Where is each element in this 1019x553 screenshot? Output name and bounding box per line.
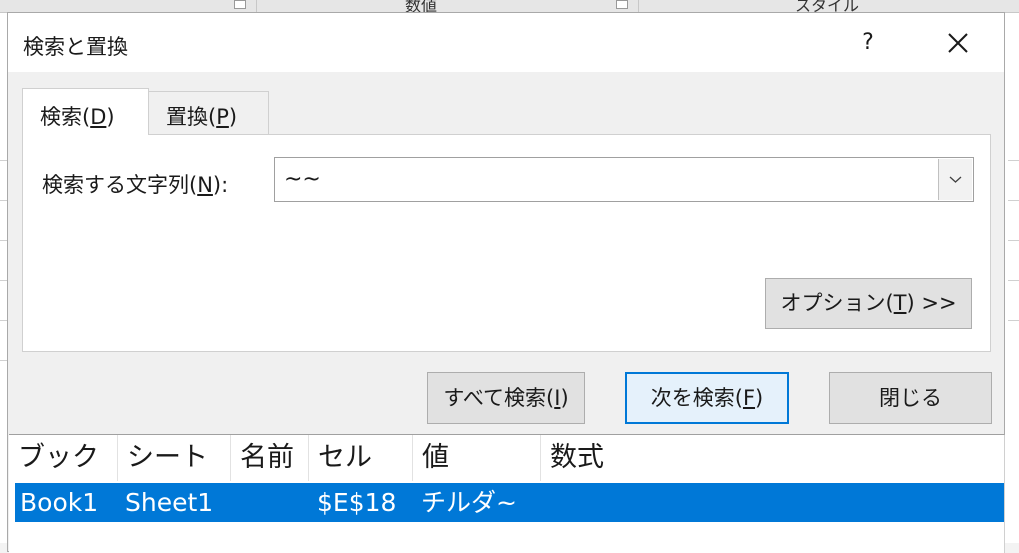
row-gridline <box>1008 320 1019 321</box>
tab-replace-label-end: ) <box>228 105 238 129</box>
result-sheet: Sheet1 <box>125 488 214 517</box>
close-button-label: 閉じる <box>879 386 942 410</box>
options-button-label-end: ) >> <box>906 291 957 315</box>
find-tab-panel: 検索する文字列(N): ~~ オプション(T) >> <box>22 134 991 352</box>
find-next-button[interactable]: 次を検索(F) <box>625 372 789 424</box>
find-all-label: すべて検索( <box>443 386 555 410</box>
find-what-accesskey: N <box>197 173 213 197</box>
find-what-combobox[interactable]: ~~ <box>274 157 974 202</box>
find-what-label-text: 検索する文字列( <box>42 173 198 197</box>
find-next-accesskey: F <box>742 386 756 410</box>
result-row[interactable]: Book1 Sheet1 $E$18 チルダ~ <box>15 483 1004 522</box>
find-next-label-end: ) <box>755 386 764 410</box>
result-name <box>234 483 239 522</box>
column-header-value[interactable]: 値 <box>413 435 541 481</box>
find-what-label: 検索する文字列(N): <box>42 169 228 199</box>
result-value: チルダ~ <box>421 488 517 517</box>
column-header-name[interactable]: 名前 <box>231 435 309 481</box>
tab-find[interactable]: 検索(D) <box>22 88 149 135</box>
result-formula <box>544 483 549 522</box>
dialog-titlebar[interactable]: 検索と置換 ? <box>8 13 1004 72</box>
column-header-formula[interactable]: 数式 <box>541 435 1004 481</box>
find-all-button[interactable]: すべて検索(I) <box>427 372 585 424</box>
tab-replace-label: 置換( <box>166 105 217 129</box>
find-all-label-end: ) <box>560 386 569 410</box>
results-border <box>1004 435 1005 553</box>
row-gridline <box>1008 160 1019 161</box>
find-what-label-end: ): <box>212 173 229 197</box>
column-divider <box>256 0 257 12</box>
tab-replace[interactable]: 置換(P) <box>149 91 269 134</box>
close-icon <box>948 33 968 53</box>
options-button[interactable]: オプション(T) >> <box>765 278 972 329</box>
chevron-down-icon <box>949 176 962 183</box>
tab-find-label: 検索( <box>40 105 91 129</box>
tab-replace-accesskey: P <box>216 105 229 129</box>
tab-find-label-end: ) <box>106 105 115 129</box>
help-icon: ? <box>862 30 874 55</box>
results-list[interactable]: ブック シート 名前 セル 値 数式 Book1 Sheet1 $E$18 チル… <box>9 434 1005 553</box>
options-button-label: オプション( <box>780 291 894 315</box>
help-button[interactable]: ? <box>848 27 888 59</box>
row-gridline <box>1008 280 1019 281</box>
find-replace-dialog: 検索と置換 ? 検索(D) 置換(P) 検索する文字列(N): ~~ オプション… <box>7 12 1005 553</box>
options-accesskey: T <box>893 291 907 315</box>
close-dialog-button[interactable] <box>933 25 983 61</box>
dialog-title: 検索と置換 <box>23 35 128 59</box>
column-divider <box>638 0 639 12</box>
row-gridline <box>1008 240 1019 241</box>
close-button[interactable]: 閉じる <box>829 372 992 424</box>
find-what-input[interactable]: ~~ <box>284 167 321 192</box>
column-header-cell[interactable]: セル <box>309 435 413 481</box>
filter-dropdown-icon[interactable] <box>616 0 628 9</box>
filter-dropdown-icon[interactable] <box>234 0 246 9</box>
find-next-label: 次を検索( <box>650 386 743 410</box>
result-cell: $E$18 <box>317 488 397 517</box>
column-header-book[interactable]: ブック <box>9 435 118 481</box>
row-gridline <box>1008 200 1019 201</box>
tab-find-accesskey: D <box>90 105 107 129</box>
column-header-sheet[interactable]: シート <box>118 435 231 481</box>
find-history-dropdown-button[interactable] <box>938 159 972 200</box>
result-book: Book1 <box>20 488 99 517</box>
